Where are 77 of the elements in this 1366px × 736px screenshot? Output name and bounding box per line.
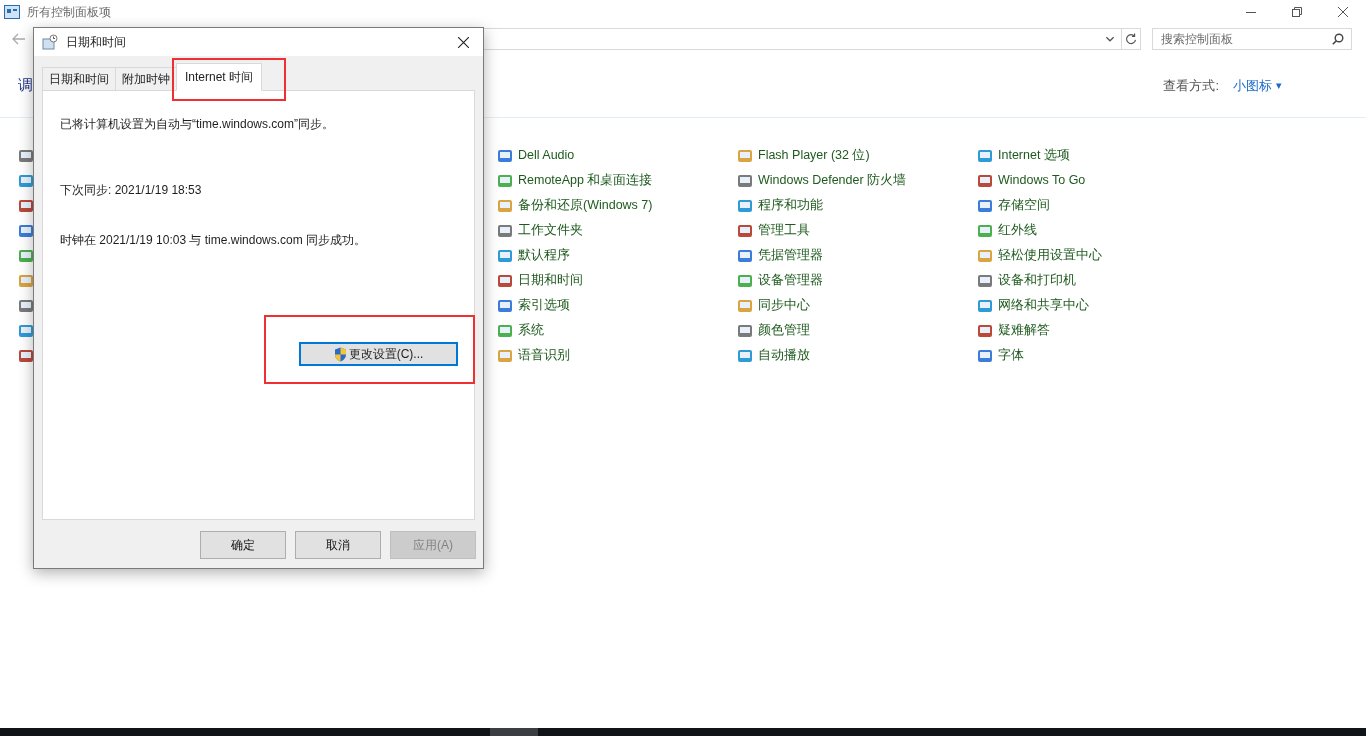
search-field[interactable]: 搜索控制面板 <box>1152 28 1352 50</box>
applet-icon <box>977 172 993 189</box>
applet-icon <box>737 197 753 214</box>
applet-icon <box>497 197 513 214</box>
control-panel-item[interactable]: 轻松使用设置中心 <box>977 243 1217 268</box>
applet-icon <box>977 247 993 264</box>
change-settings-button[interactable]: 更改设置(C)... <box>299 342 458 366</box>
applet-icon <box>737 322 753 339</box>
status-text: 已将计算机设置为自动与“time.windows.com”同步。 <box>60 116 336 133</box>
control-panel-item[interactable]: Windows Defender 防火墙 <box>737 168 977 193</box>
control-panel-item[interactable]: 工作文件夹 <box>497 218 737 243</box>
applet-icon <box>497 322 513 339</box>
applet-icon <box>737 297 753 314</box>
control-panel-icon <box>4 5 20 19</box>
applet-icon <box>737 347 753 364</box>
applet-icon <box>497 247 513 264</box>
applet-icon <box>497 297 513 314</box>
control-panel-item[interactable]: 颜色管理 <box>737 318 977 343</box>
applet-icon <box>977 147 993 164</box>
applet-icon <box>737 272 753 289</box>
control-panel-item[interactable]: 疑难解答 <box>977 318 1217 343</box>
control-panel-item[interactable]: 红外线 <box>977 218 1217 243</box>
control-panel-item[interactable]: 程序和功能 <box>737 193 977 218</box>
search-icon <box>1332 33 1344 45</box>
status-text: 下次同步: 2021/1/19 18:53 <box>60 182 203 199</box>
view-by-label: 查看方式: <box>1163 76 1219 95</box>
applet-icon <box>977 197 993 214</box>
control-panel-item[interactable]: Internet 选项 <box>977 143 1217 168</box>
control-panel-item[interactable]: RemoteApp 和桌面连接 <box>497 168 737 193</box>
applet-icon <box>737 147 753 164</box>
applet-icon <box>497 272 513 289</box>
applet-icon <box>497 347 513 364</box>
applet-icon <box>977 272 993 289</box>
control-panel-item[interactable]: 凭据管理器 <box>737 243 977 268</box>
applet-icon <box>497 222 513 239</box>
window-title: 所有控制面板项 <box>27 4 111 21</box>
dialog-button[interactable]: 确定 <box>200 531 286 559</box>
control-panel-item[interactable]: 字体 <box>977 343 1217 368</box>
control-panel-item[interactable]: 同步中心 <box>737 293 977 318</box>
close-icon <box>1338 7 1348 17</box>
applet-icon <box>977 347 993 364</box>
back-icon[interactable] <box>12 33 26 45</box>
tab[interactable]: Internet 时间 <box>176 63 263 91</box>
applet-icon <box>977 322 993 339</box>
applet-icon <box>737 222 753 239</box>
tab[interactable]: 日期和时间 <box>42 67 116 91</box>
applet-icon <box>497 172 513 189</box>
control-panel-item[interactable]: Windows To Go <box>977 168 1217 193</box>
minimize-icon <box>1246 11 1256 13</box>
control-panel-item[interactable]: 默认程序 <box>497 243 737 268</box>
applet-icon <box>737 247 753 264</box>
control-panel-item[interactable]: 管理工具 <box>737 218 977 243</box>
control-panel-item[interactable]: 日期和时间 <box>497 268 737 293</box>
applet-icon <box>977 222 993 239</box>
control-panel-item[interactable]: 备份和还原(Windows 7) <box>497 193 737 218</box>
control-panel-item[interactable]: Dell Audio <box>497 143 737 168</box>
control-panel-item[interactable]: 系统 <box>497 318 737 343</box>
control-panel-item[interactable]: 语音识别 <box>497 343 737 368</box>
control-panel-item[interactable]: Flash Player (32 位) <box>737 143 977 168</box>
control-panel-item[interactable]: 存储空间 <box>977 193 1217 218</box>
status-text: 时钟在 2021/1/19 10:03 与 time.windows.com 同步成功。 <box>60 232 368 249</box>
control-panel-item[interactable]: 自动播放 <box>737 343 977 368</box>
control-panel-item[interactable]: 网络和共享中心 <box>977 293 1217 318</box>
view-mode-dropdown[interactable]: 小图标 ▾ <box>1233 75 1282 96</box>
close-icon <box>457 36 469 48</box>
control-panel-item[interactable]: 设备和打印机 <box>977 268 1217 293</box>
control-panel-item[interactable]: 索引选项 <box>497 293 737 318</box>
calendar-clock-icon <box>42 34 58 50</box>
dialog-title: 日期和时间 <box>66 34 126 51</box>
control-panel-item[interactable]: 设备管理器 <box>737 268 977 293</box>
restore-icon <box>1292 7 1302 17</box>
dialog-button[interactable]: 取消 <box>295 531 381 559</box>
applet-icon <box>977 297 993 314</box>
shield-icon <box>333 346 347 362</box>
applet-icon <box>737 172 753 189</box>
applet-icon <box>497 147 513 164</box>
page-heading: 调 <box>18 75 33 96</box>
